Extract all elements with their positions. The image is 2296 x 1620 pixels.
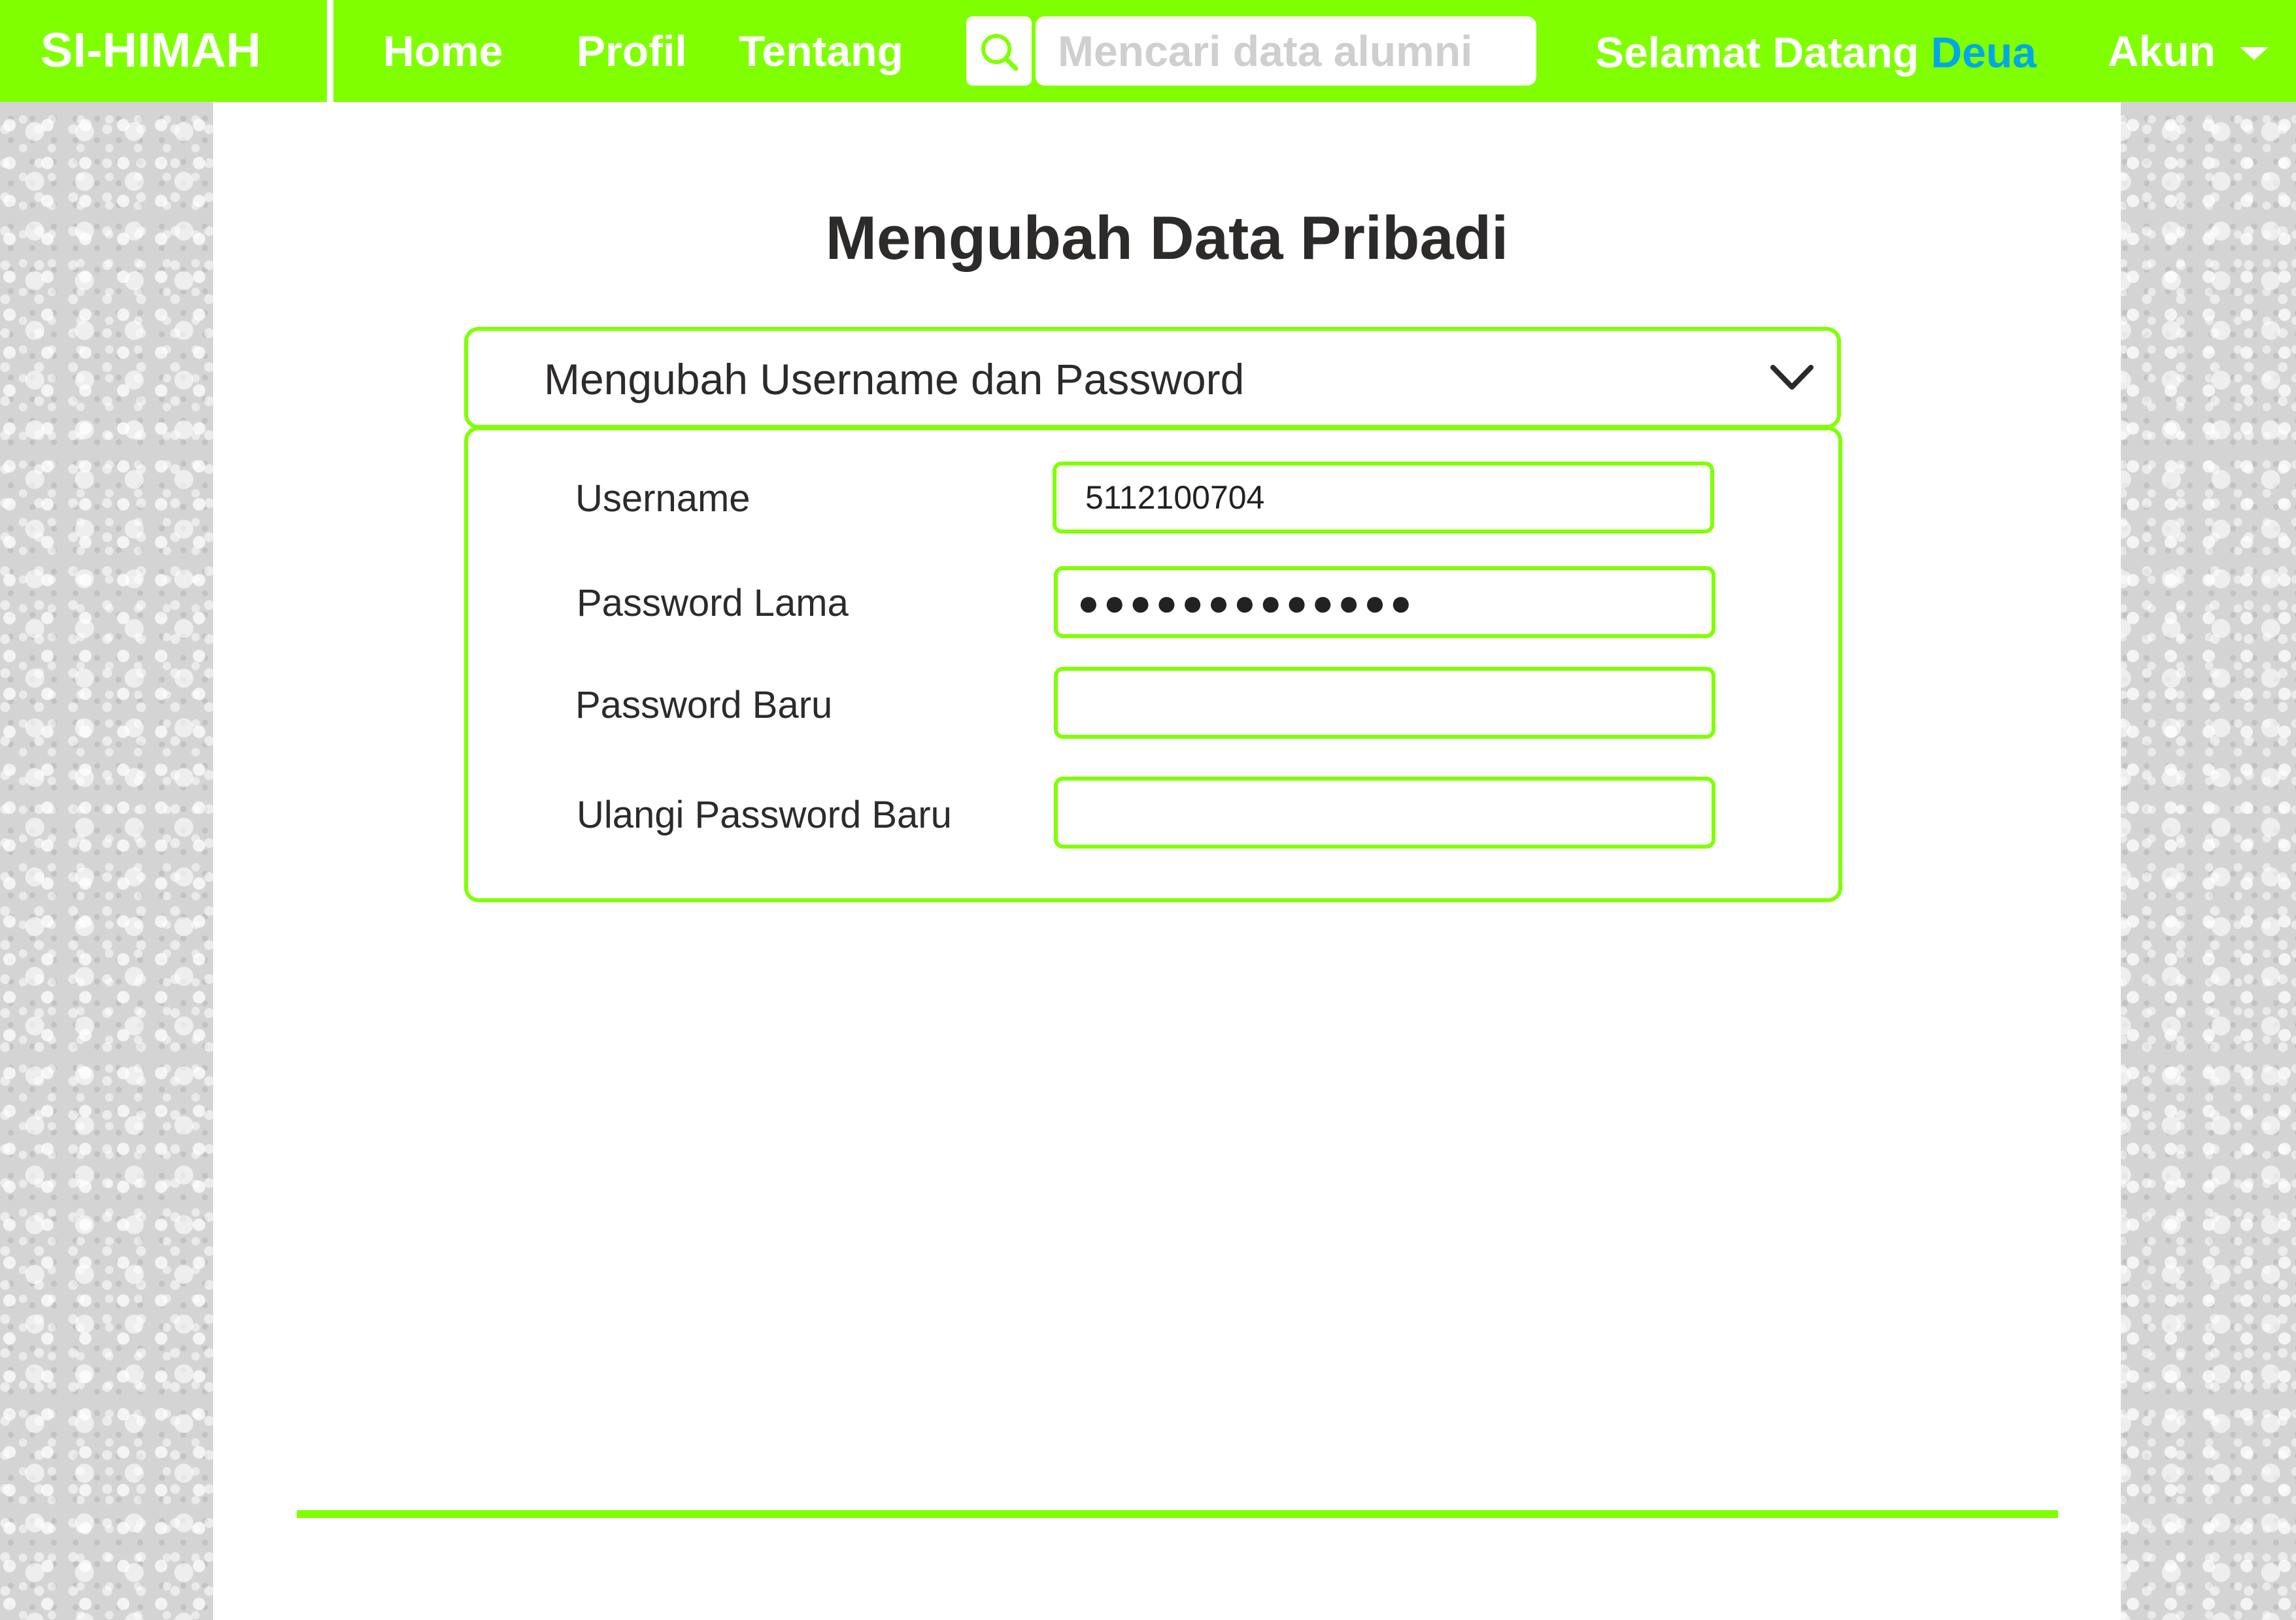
accordion-header-username-password[interactable]: Mengubah Username dan Password [464, 327, 1841, 429]
repeat-password-label: Ulangi Password Baru [577, 794, 952, 836]
nav-link-tentang[interactable]: Tentang [739, 24, 903, 78]
old-password-label: Password Lama [577, 582, 849, 624]
search-button[interactable] [966, 16, 1032, 86]
accordion-title: Mengubah Username dan Password [544, 355, 1245, 403]
nav-link-home[interactable]: Home [383, 24, 503, 78]
accordion-body: Username Password Lama Password Baru Ula… [464, 426, 1842, 902]
navbar: SI-HIMAH Home Profil Tentang Selamat Dat… [0, 0, 2296, 102]
username-display: Deua [1931, 28, 2036, 76]
brand-logo[interactable]: SI-HIMAH [41, 21, 261, 80]
caret-down-icon[interactable] [2240, 47, 2269, 60]
footer-divider [297, 1510, 2058, 1518]
welcome-text: Selamat Datang [1595, 28, 1919, 76]
repeat-password-field[interactable] [1054, 777, 1715, 849]
main-panel: Mengubah Data Pribadi Mengubah Username … [213, 102, 2121, 1620]
page-title: Mengubah Data Pribadi [825, 203, 1509, 272]
new-password-field[interactable] [1054, 667, 1715, 739]
nav-link-profil[interactable]: Profil [577, 24, 687, 78]
new-password-label: Password Baru [575, 684, 833, 726]
old-password-field[interactable] [1054, 566, 1715, 638]
username-label: Username [575, 477, 751, 520]
search-input[interactable] [1036, 16, 1536, 86]
chevron-down-icon[interactable] [1769, 362, 1815, 394]
search-icon [981, 34, 1019, 71]
username-field[interactable] [1053, 462, 1714, 533]
account-menu-button[interactable]: Akun [2108, 24, 2216, 78]
nav-divider [327, 0, 333, 102]
welcome-message: Selamat Datang Deua [1595, 25, 2036, 80]
